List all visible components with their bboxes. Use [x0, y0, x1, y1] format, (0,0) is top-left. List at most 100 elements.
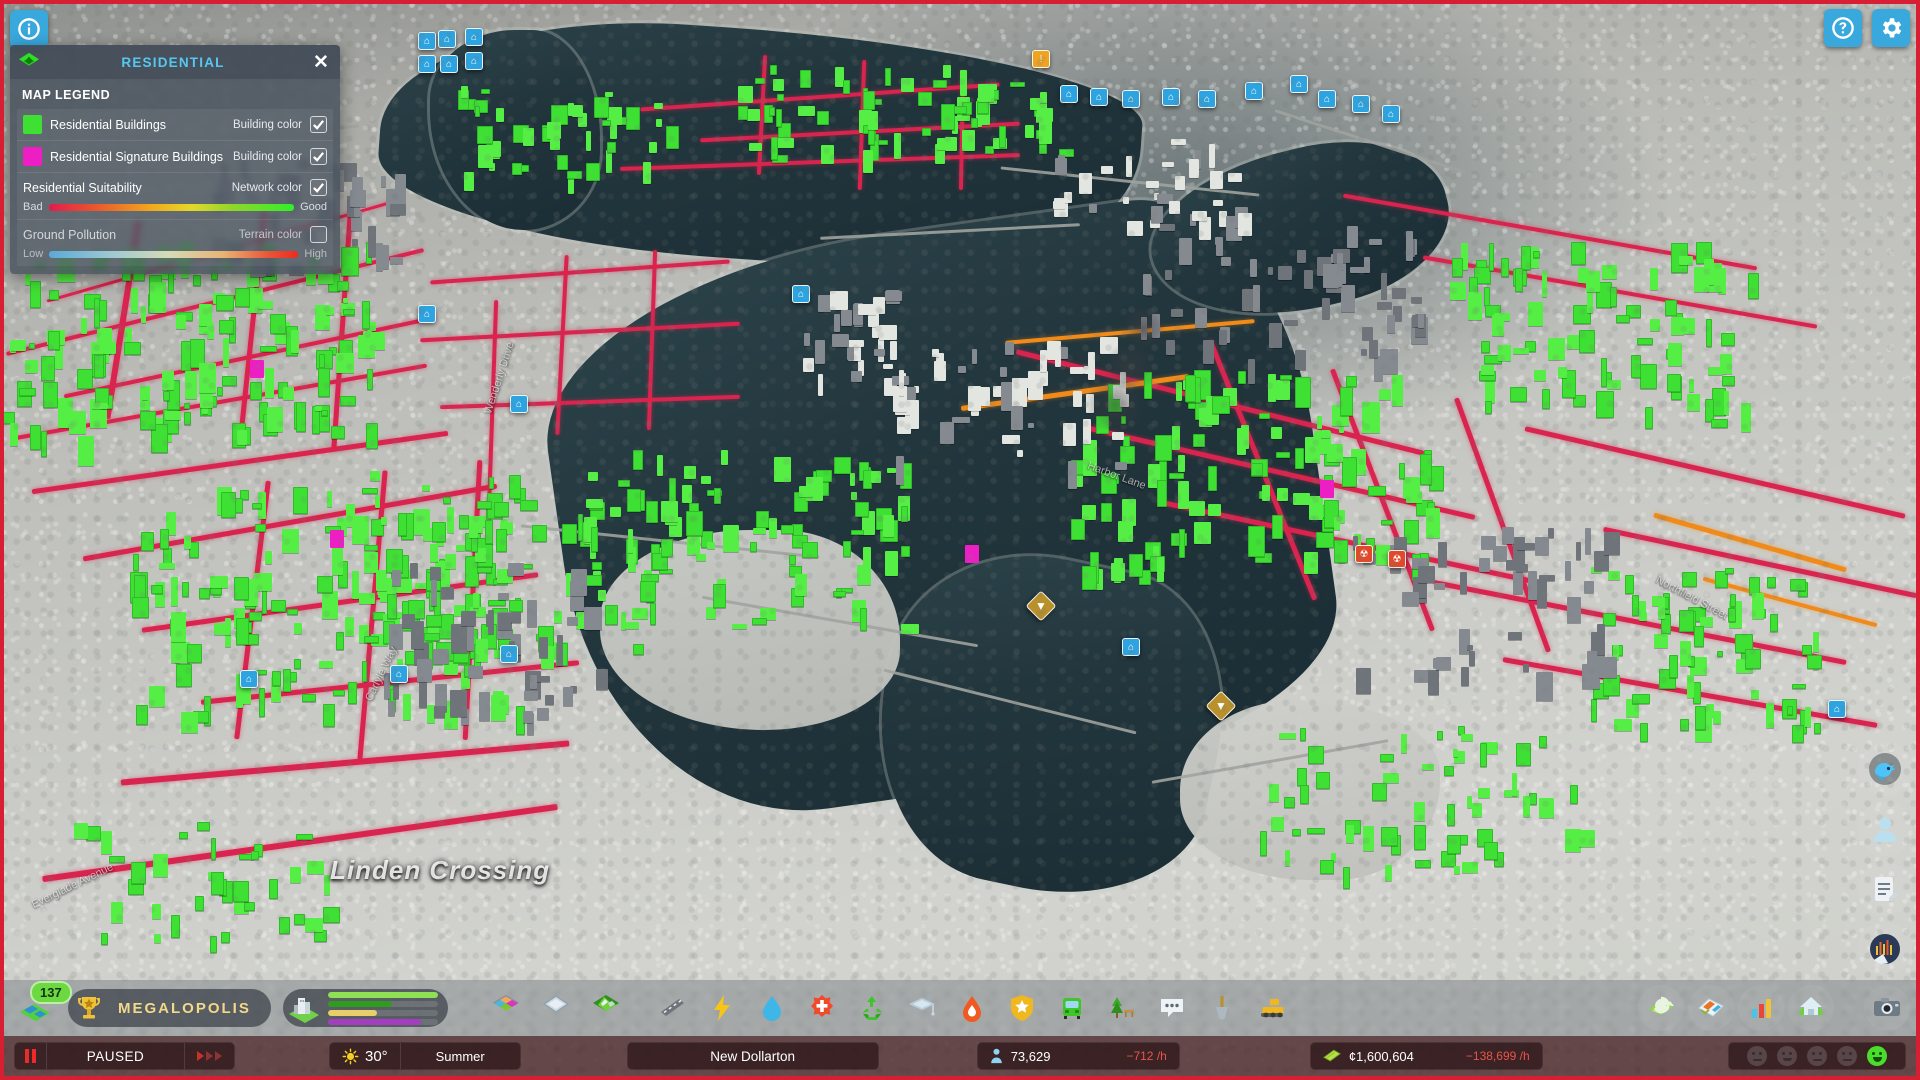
money-group[interactable]: ¢1,600,604 −138,699 /h [1309, 1042, 1543, 1070]
building [1036, 130, 1050, 140]
healthcare-icon[interactable] [800, 986, 844, 1030]
map-marker-diamond[interactable]: ▼ [1025, 590, 1057, 622]
building [222, 375, 238, 386]
map-marker[interactable]: ⌂ [438, 30, 456, 48]
map-marker[interactable]: ⌂ [510, 395, 528, 413]
roads-icon[interactable] [650, 986, 694, 1030]
electricity-icon[interactable] [700, 986, 744, 1030]
map-marker[interactable]: ⌂ [440, 55, 458, 73]
milestone-progress[interactable]: 137 [10, 981, 72, 1033]
building [644, 569, 653, 578]
map-marker[interactable]: ⌂ [390, 665, 408, 683]
map-info-icon[interactable] [1688, 985, 1734, 1031]
map-marker[interactable]: ! [1032, 50, 1050, 68]
economy-icon[interactable] [1638, 985, 1684, 1031]
gear-icon[interactable] [1872, 9, 1910, 47]
legend-row[interactable]: Residential Buildings Building color [17, 109, 333, 140]
building [561, 523, 577, 545]
info-icon[interactable] [10, 10, 48, 48]
building [538, 625, 554, 653]
progression-icon[interactable] [1788, 985, 1834, 1031]
notifications-icon[interactable] [1858, 862, 1912, 916]
building [794, 491, 808, 512]
right-side-rail[interactable] [1858, 742, 1912, 976]
legend-row[interactable]: Ground Pollution Terrain color Low High [17, 219, 333, 266]
close-icon[interactable]: ✕ [310, 51, 332, 73]
map-marker[interactable]: ⌂ [465, 52, 483, 70]
map-marker[interactable]: ⌂ [465, 28, 483, 46]
building [1194, 521, 1211, 544]
photo-mode-icon[interactable] [1864, 985, 1910, 1031]
map-marker[interactable]: ⌂ [418, 305, 436, 323]
areas-icon[interactable] [534, 986, 578, 1030]
demand-indicator[interactable] [282, 989, 448, 1027]
building [1401, 734, 1407, 753]
city-name-group[interactable]: New Dollarton [626, 1042, 879, 1070]
legend-checkbox[interactable] [310, 148, 327, 165]
communications-icon[interactable] [1150, 986, 1194, 1030]
fire-icon[interactable] [950, 986, 994, 1030]
map-legend-panel[interactable]: RESIDENTIAL ✕ MAP LEGEND Residential Bui… [10, 45, 340, 274]
help-icon[interactable] [1824, 9, 1862, 47]
map-marker[interactable]: ☢ [1355, 545, 1373, 563]
zones-icon[interactable] [484, 986, 528, 1030]
legend-checkbox[interactable] [310, 179, 327, 196]
building [1330, 853, 1337, 862]
landscaping-icon[interactable] [1200, 986, 1244, 1030]
map-marker[interactable]: ⌂ [1245, 82, 1263, 100]
building [453, 640, 469, 664]
map-marker-diamond[interactable]: ▼ [1205, 690, 1237, 722]
map-marker[interactable]: ⌂ [1162, 88, 1180, 106]
statistics-icon[interactable] [1738, 985, 1784, 1031]
building [473, 592, 480, 608]
building [1304, 436, 1320, 463]
pause-icon[interactable] [15, 1043, 46, 1069]
building [550, 105, 568, 125]
legend-row[interactable]: Residential Signature Buildings Building … [17, 140, 333, 172]
map-marker[interactable]: ⌂ [1352, 95, 1370, 113]
map-marker[interactable]: ⌂ [1060, 85, 1078, 103]
building [193, 275, 202, 286]
building [1616, 314, 1631, 323]
map-marker[interactable]: ⌂ [1122, 90, 1140, 108]
map-marker[interactable]: ⌂ [418, 32, 436, 50]
map-marker[interactable]: ⌂ [500, 645, 518, 663]
building [1632, 595, 1639, 617]
fast-forward-icon[interactable] [184, 1043, 234, 1069]
legend-row[interactable]: Residential Suitability Network color Bad G… [17, 172, 333, 219]
map-marker[interactable]: ⌂ [240, 670, 258, 688]
citizen-icon[interactable] [1858, 802, 1912, 856]
city-buildings-icon [288, 998, 319, 1023]
happiness-group[interactable] [1728, 1042, 1906, 1070]
garbage-icon[interactable] [850, 986, 894, 1030]
building [1360, 349, 1368, 356]
building [433, 707, 445, 718]
map-marker[interactable]: ⌂ [1198, 90, 1216, 108]
building [1466, 644, 1474, 650]
chirper-icon[interactable] [1858, 742, 1912, 796]
map-marker[interactable]: ⌂ [418, 55, 436, 73]
road-segment [1602, 526, 1918, 599]
map-marker[interactable]: ⌂ [1828, 700, 1846, 718]
map-marker[interactable]: ⌂ [792, 285, 810, 303]
map-marker[interactable]: ⌂ [1290, 75, 1308, 93]
weather-group[interactable]: 30° Summer [329, 1042, 521, 1070]
police-icon[interactable] [1000, 986, 1044, 1030]
legend-checkbox[interactable] [310, 116, 327, 133]
map-marker[interactable]: ⌂ [1382, 105, 1400, 123]
map-marker[interactable]: ⌂ [1122, 638, 1140, 656]
legend-checkbox[interactable] [310, 226, 327, 243]
bulldoze-icon[interactable] [1250, 986, 1294, 1030]
transportation-icon[interactable] [1050, 986, 1094, 1030]
milestone-chip[interactable]: MEGALOPOLIS [68, 989, 271, 1027]
building [1789, 578, 1807, 591]
simulation-speed-group[interactable]: PAUSED [14, 1042, 235, 1070]
map-marker[interactable]: ☢ [1388, 550, 1406, 568]
signature-buildings-icon[interactable] [584, 986, 628, 1030]
parks-recreation-icon[interactable] [1100, 986, 1144, 1030]
map-marker[interactable]: ⌂ [1090, 88, 1108, 106]
education-icon[interactable] [900, 986, 944, 1030]
map-marker[interactable]: ⌂ [1318, 90, 1336, 108]
population-group[interactable]: 73,629 −712 /h [976, 1042, 1180, 1070]
water-sewage-icon[interactable] [750, 986, 794, 1030]
